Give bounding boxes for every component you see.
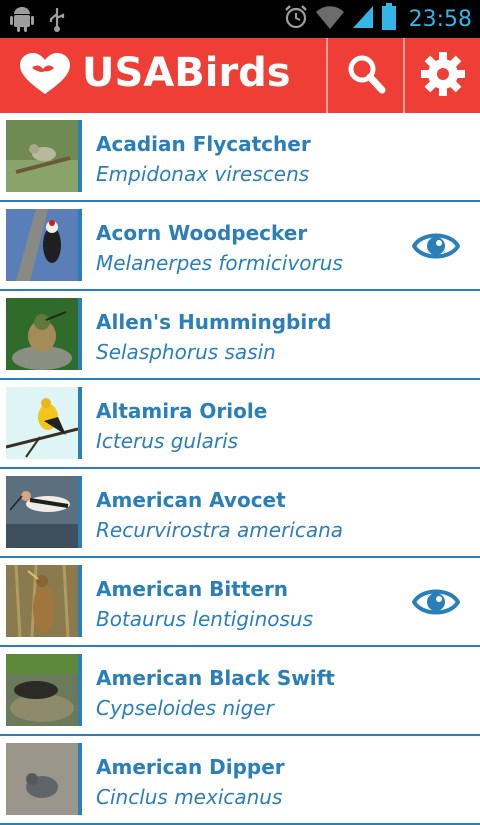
bird-scientific-name: Recurvirostra americana bbox=[96, 518, 344, 542]
bird-common-name: American Avocet bbox=[96, 488, 286, 512]
bird-scientific-name: Melanerpes formicivorus bbox=[96, 251, 343, 275]
clock: 23:58 bbox=[408, 6, 472, 32]
bird-scientific-name: Cypseloides niger bbox=[96, 696, 274, 720]
bird-common-name: Altamira Oriole bbox=[96, 399, 268, 423]
bird-list: Acadian Flycatcher Empidonax virescens A… bbox=[0, 113, 480, 825]
list-item[interactable]: Allen's Hummingbird Selasphorus sasin bbox=[0, 291, 480, 380]
bird-thumbnail bbox=[6, 743, 82, 815]
bird-common-name: American Black Swift bbox=[96, 666, 335, 690]
bird-scientific-name: Cinclus mexicanus bbox=[96, 785, 283, 809]
bird-thumbnail bbox=[6, 298, 82, 370]
search-icon bbox=[346, 54, 386, 98]
bird-thumbnail bbox=[6, 387, 82, 459]
app-title: USABirds bbox=[82, 50, 291, 96]
settings-button[interactable] bbox=[405, 38, 480, 113]
list-item[interactable]: Altamira Oriole Icterus gularis bbox=[0, 380, 480, 469]
bird-common-name: Allen's Hummingbird bbox=[96, 310, 332, 334]
bird-scientific-name: Icterus gularis bbox=[96, 429, 239, 453]
android-debug-icon bbox=[10, 6, 34, 36]
seen-eye-icon bbox=[411, 226, 461, 270]
list-item[interactable]: American Dipper Cinclus mexicanus bbox=[0, 736, 480, 825]
alarm-icon bbox=[283, 4, 309, 34]
bird-thumbnail bbox=[6, 120, 82, 192]
list-item[interactable]: American Bittern Botaurus lentiginosus bbox=[0, 558, 480, 647]
bird-common-name: American Dipper bbox=[96, 755, 285, 779]
wifi-icon bbox=[315, 4, 345, 34]
list-item[interactable]: American Avocet Recurvirostra americana bbox=[0, 469, 480, 558]
search-button[interactable] bbox=[328, 38, 404, 113]
list-item[interactable]: Acorn Woodpecker Melanerpes formicivorus bbox=[0, 202, 480, 291]
seen-eye-icon bbox=[411, 582, 461, 626]
bird-scientific-name: Empidonax virescens bbox=[96, 162, 310, 186]
action-bar: USABirds bbox=[0, 38, 480, 113]
battery-icon bbox=[381, 3, 397, 35]
bird-common-name: American Bittern bbox=[96, 577, 289, 601]
bird-scientific-name: Botaurus lentiginosus bbox=[96, 607, 314, 631]
heart-bird-logo-icon bbox=[18, 52, 72, 100]
bird-thumbnail bbox=[6, 654, 82, 726]
usb-icon bbox=[48, 6, 66, 36]
status-bar: 23:58 bbox=[0, 0, 480, 38]
bird-scientific-name: Selasphorus sasin bbox=[96, 340, 276, 364]
gear-icon bbox=[420, 51, 466, 101]
bird-thumbnail bbox=[6, 476, 82, 548]
signal-icon bbox=[351, 4, 375, 34]
bird-common-name: Acadian Flycatcher bbox=[96, 132, 311, 156]
bird-thumbnail bbox=[6, 565, 82, 637]
list-item[interactable]: American Black Swift Cypseloides niger bbox=[0, 647, 480, 736]
bird-thumbnail bbox=[6, 209, 82, 281]
list-item[interactable]: Acadian Flycatcher Empidonax virescens bbox=[0, 113, 480, 202]
bird-common-name: Acorn Woodpecker bbox=[96, 221, 308, 245]
